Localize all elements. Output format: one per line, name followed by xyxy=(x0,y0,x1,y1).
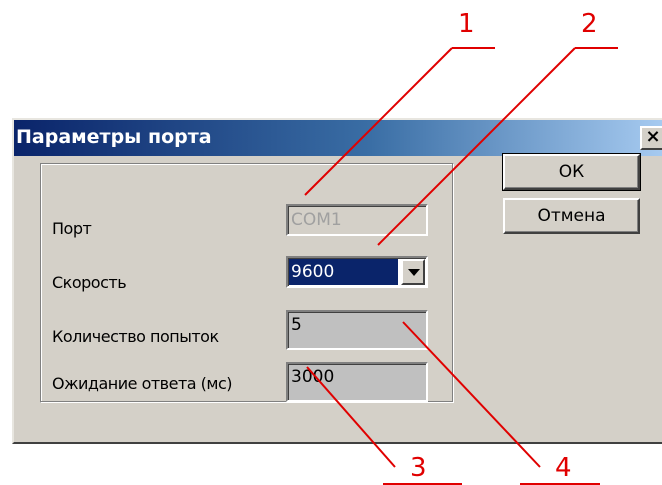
ok-button[interactable]: ОК xyxy=(502,153,641,191)
callout-number-3: 3 xyxy=(410,453,427,483)
retries-value: 5 xyxy=(291,315,302,335)
chevron-down-icon[interactable] xyxy=(401,259,425,285)
callout-number-1: 1 xyxy=(458,9,475,39)
dialog-titlebar[interactable]: Параметры порта × xyxy=(14,120,662,156)
port-settings-dialog: Параметры порта × Порт Скорость Количест… xyxy=(12,118,662,444)
port-value: COM1 xyxy=(291,210,342,230)
timeout-value: 3000 xyxy=(291,367,335,387)
port-field: COM1 xyxy=(286,204,428,236)
retries-label: Количество попыток xyxy=(52,327,219,346)
retries-field[interactable]: 5 xyxy=(286,310,428,350)
screenshot-stage: 1 2 3 4 Параметры порта × Порт Скорость … xyxy=(0,0,662,485)
speed-value: 9600 xyxy=(289,259,398,285)
callout-number-2: 2 xyxy=(581,9,598,39)
cancel-button[interactable]: Отмена xyxy=(503,198,640,234)
close-icon: × xyxy=(645,126,661,147)
timeout-field[interactable]: 3000 xyxy=(286,362,428,402)
dialog-title: Параметры порта xyxy=(16,126,212,148)
speed-label: Скорость xyxy=(52,273,127,292)
speed-select[interactable]: 9600 xyxy=(286,256,428,288)
port-label: Порт xyxy=(52,219,92,238)
close-button[interactable]: × xyxy=(640,126,662,150)
callout-number-4: 4 xyxy=(555,453,572,483)
timeout-label: Ожидание ответа (мс) xyxy=(52,374,233,393)
